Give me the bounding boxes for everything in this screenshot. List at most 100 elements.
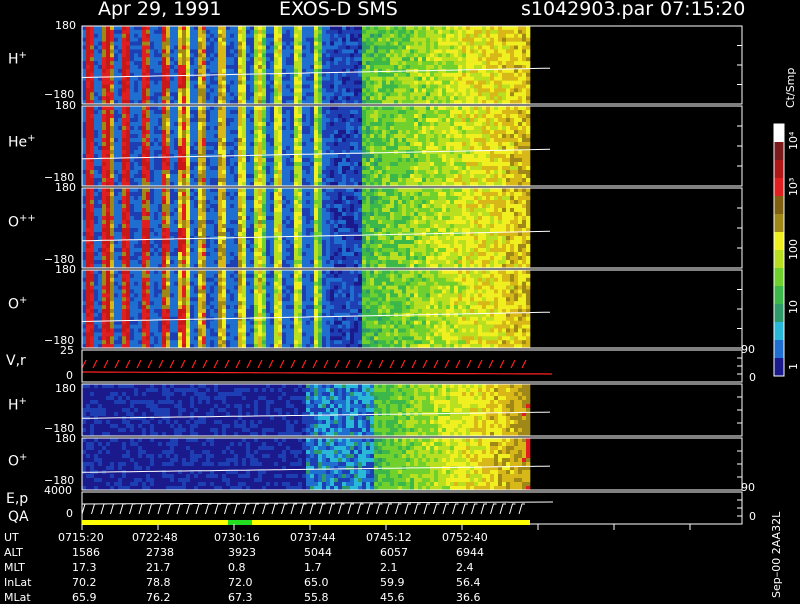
spectrogram-cell bbox=[94, 228, 98, 232]
spectrogram-cell bbox=[430, 178, 434, 182]
spectrogram-cell bbox=[390, 122, 394, 126]
spectrogram-cell bbox=[198, 81, 202, 85]
spectrogram-cell bbox=[190, 122, 194, 126]
spectrogram-cell bbox=[238, 73, 242, 77]
spectrogram-cell bbox=[258, 85, 262, 89]
spectrogram-cell bbox=[118, 188, 122, 192]
spectrogram-cell bbox=[130, 110, 134, 114]
spectrogram-cell bbox=[426, 77, 430, 81]
spectrogram-cell bbox=[186, 53, 190, 57]
spectrogram-cell bbox=[406, 61, 410, 65]
spectrogram-cell bbox=[306, 49, 310, 53]
spectrogram-cell bbox=[394, 38, 398, 42]
spectrogram-cell bbox=[310, 46, 314, 50]
spectrogram-cell bbox=[258, 65, 262, 69]
spectrogram-cell bbox=[342, 46, 346, 50]
spectrogram-cell bbox=[154, 138, 158, 142]
spectrogram-cell bbox=[302, 30, 306, 34]
spectrogram-cell bbox=[406, 49, 410, 53]
spectrogram-cell bbox=[326, 114, 330, 118]
spectrogram-cell bbox=[458, 134, 462, 138]
spectrogram-cell bbox=[330, 106, 334, 110]
spectrogram-cell bbox=[146, 232, 150, 236]
spectrogram-cell bbox=[266, 114, 270, 118]
spectrogram-cell bbox=[118, 77, 122, 81]
spectrogram-cell bbox=[138, 252, 142, 256]
spectrogram-cell bbox=[174, 220, 178, 224]
spectrogram-cell bbox=[394, 130, 398, 134]
spectrogram-cell bbox=[474, 130, 478, 134]
spectrogram-cell bbox=[434, 85, 438, 89]
spectrogram-cell bbox=[390, 96, 394, 100]
spectrogram-cell bbox=[94, 57, 98, 61]
spectrogram-cell bbox=[430, 114, 434, 118]
spectrogram-cell bbox=[258, 46, 262, 50]
spectrogram-cell bbox=[94, 232, 98, 236]
spectrogram-cell bbox=[274, 110, 278, 114]
spectrogram-cell bbox=[442, 150, 446, 154]
spectrogram-cell bbox=[94, 178, 98, 182]
spectrogram-cell bbox=[190, 114, 194, 118]
spectrogram-cell bbox=[122, 61, 126, 65]
spectrogram-cell bbox=[174, 192, 178, 196]
spectrogram-cell bbox=[126, 208, 130, 212]
spectrogram-cell bbox=[430, 73, 434, 77]
spectrogram-cell bbox=[242, 170, 246, 174]
spectrogram-cell bbox=[446, 154, 450, 158]
spectrogram-cell bbox=[318, 114, 322, 118]
spectrogram-cell bbox=[114, 244, 118, 248]
spectrogram-cell bbox=[102, 130, 106, 134]
spectrogram-cell bbox=[210, 46, 214, 50]
spectrogram-cell bbox=[106, 73, 110, 77]
spectrogram-cell bbox=[122, 240, 126, 244]
spectrogram-cell bbox=[170, 114, 174, 118]
spectrogram-cell bbox=[166, 53, 170, 57]
spectrogram-cell bbox=[286, 26, 290, 30]
spectrogram-cell bbox=[174, 42, 178, 46]
spectrogram-cell bbox=[438, 174, 442, 178]
spectrogram-cell bbox=[226, 174, 230, 178]
spectrogram-cell bbox=[474, 106, 478, 110]
spectrogram-cell bbox=[442, 170, 446, 174]
spectrogram-cell bbox=[290, 162, 294, 166]
spectrogram-cell bbox=[354, 81, 358, 85]
spectrogram-cell bbox=[226, 130, 230, 134]
spectrogram-cell bbox=[470, 130, 474, 134]
spectrogram-cell bbox=[306, 150, 310, 154]
spectrogram-cell bbox=[358, 34, 362, 38]
spectrogram-cell bbox=[254, 158, 258, 162]
spectrogram-cell bbox=[414, 38, 418, 42]
spectrogram-cell bbox=[158, 260, 162, 264]
spectrogram-cell bbox=[162, 138, 166, 142]
spectrogram-cell bbox=[334, 178, 338, 182]
spectrogram-cell bbox=[306, 53, 310, 57]
spectrogram-cell bbox=[442, 49, 446, 53]
spectrogram-cell bbox=[322, 162, 326, 166]
spectrogram-cell bbox=[150, 170, 154, 174]
spectrogram-cell bbox=[350, 96, 354, 100]
spectrogram-cell bbox=[238, 134, 242, 138]
spectrogram-cell bbox=[262, 85, 266, 89]
spectrogram-cell bbox=[230, 106, 234, 110]
spectrogram-cell bbox=[462, 85, 466, 89]
spectrogram-cell bbox=[106, 192, 110, 196]
spectrogram-cell bbox=[202, 110, 206, 114]
spectrogram-cell bbox=[246, 26, 250, 30]
spectrogram-cell bbox=[82, 162, 86, 166]
spectrogram-cell bbox=[438, 126, 442, 130]
spectrogram-cell bbox=[246, 178, 250, 182]
spectrogram-cell bbox=[378, 106, 382, 110]
spectrogram-cell bbox=[494, 106, 498, 110]
spectrogram-cell bbox=[114, 130, 118, 134]
spectrogram-cell bbox=[122, 244, 126, 248]
spectrogram-cell bbox=[306, 166, 310, 170]
spectrogram-cell bbox=[330, 30, 334, 34]
spectrogram-cell bbox=[166, 34, 170, 38]
spectrogram-cell bbox=[314, 77, 318, 81]
spectrogram-cell bbox=[274, 162, 278, 166]
spectrogram-cell bbox=[214, 57, 218, 61]
spectrogram-cell bbox=[238, 49, 242, 53]
spectrogram-cell bbox=[258, 77, 262, 81]
spectrogram-cell bbox=[202, 106, 206, 110]
spectrogram-cell bbox=[266, 92, 270, 96]
